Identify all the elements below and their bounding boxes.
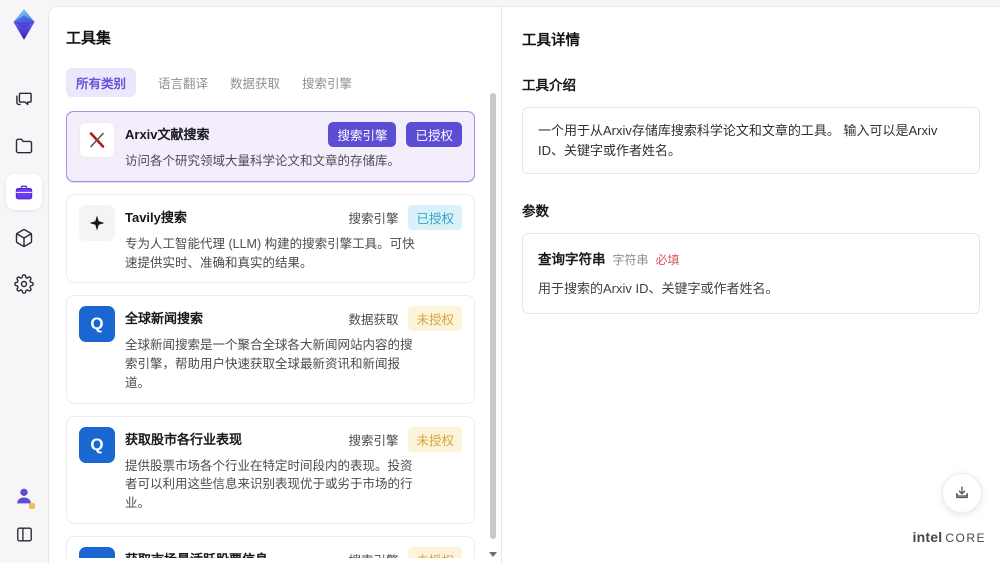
user-avatar[interactable] [9,481,39,511]
tool-detail-pane: 工具详情 工具介绍 一个用于从Arxiv存储库搜索科学论文和文章的工具。 输入可… [501,7,1000,563]
tab-search-engine[interactable]: 搜索引擎 [302,68,352,97]
tab-all-categories[interactable]: 所有类别 [66,68,137,97]
folder-icon [15,138,33,154]
auth-badge: 未授权 [408,306,462,332]
app-logo [13,9,35,40]
sidebar-item-chat[interactable] [6,82,42,118]
q-logo-icon: Q [79,306,115,343]
category-badge: 搜索引擎 [328,122,397,147]
category-label: 搜索引擎 [348,211,399,226]
card-body: Arxiv文献搜索 搜索引擎 已授权 访问各个研究领域大量科学论文和文章的存储库… [125,122,462,171]
sidebar-item-tools[interactable] [6,174,42,210]
toolbox-icon [15,185,33,200]
tool-card-sector-performance[interactable]: Q 获取股市各行业表现 搜索引擎 未授权 提供股票市场各个行业在特定时间段内的表… [66,415,475,524]
tool-intro-text: 一个用于从Arxiv存储库搜索科学论文和文章的工具。 输入可以是Arxiv ID… [522,107,980,174]
arxiv-logo-icon [79,122,115,158]
tool-name: 获取市场最活跃股票信息 [125,547,348,558]
main-panel: 工具集 所有类别 语言翻译 数据获取 搜索引擎 Arxiv文献搜索 搜索引擎 已… [48,6,1000,563]
page-title: 工具集 [66,30,112,47]
tavily-sparkle-icon [79,204,115,241]
download-button[interactable] [942,473,982,513]
auth-badge: 未授权 [408,546,462,558]
panel-toggle-icon [16,526,32,542]
category-label: 数据获取 [348,313,399,328]
card-body: 获取股市各行业表现 搜索引擎 未授权 提供股票市场各个行业在特定时间段内的表现。… [125,426,462,513]
tool-card-tavily[interactable]: Tavily搜索 搜索引擎 已授权 专为人工智能代理 (LLM) 构建的搜索引擎… [66,193,475,284]
param-type: 字符串 [612,253,649,267]
q-logo-icon: Q [79,426,115,463]
category-label: 搜索引擎 [348,550,398,558]
param-required-flag: 必填 [655,253,680,267]
param-description: 用于搜索的Arxiv ID、关键字或作者姓名。 [538,281,779,296]
gear-icon [14,274,34,294]
core-wordmark: core [945,531,986,545]
q-logo-icon: Q [79,546,115,558]
tool-name: 获取股市各行业表现 [125,431,243,447]
tool-name: Arxiv文献搜索 [125,127,210,142]
tool-card-list: Arxiv文献搜索 搜索引擎 已授权 访问各个研究领域大量科学论文和文章的存储库… [66,111,475,558]
collapse-sidebar-button[interactable] [9,519,39,549]
scrollbar-thumb[interactable] [490,93,496,539]
tool-name: Tavily搜索 [125,209,187,225]
intel-core-logo: intel core [913,529,986,545]
scrollbar-down-arrow[interactable] [489,552,497,557]
parameter-card: 查询字符串 字符串 必填 用于搜索的Arxiv ID、关键字或作者姓名。 [522,233,980,314]
auth-badge: 已授权 [406,122,462,147]
params-heading: 参数 [522,204,549,219]
intro-heading: 工具介绍 [522,78,576,93]
tool-list-pane: 工具集 所有类别 语言翻译 数据获取 搜索引擎 Arxiv文献搜索 搜索引擎 已… [49,7,501,563]
card-body: Tavily搜索 搜索引擎 已授权 专为人工智能代理 (LLM) 构建的搜索引擎… [125,204,462,273]
tool-description: 专为人工智能代理 (LLM) 构建的搜索引擎工具。可快速提供实时、准确和真实的结… [125,236,415,270]
tab-language-translation[interactable]: 语言翻译 [158,68,208,97]
card-body: 全球新闻搜索 数据获取 未授权 全球新闻搜索是一个聚合全球各大新闻网站内容的搜索… [125,306,462,392]
list-scrollbar[interactable] [489,93,497,557]
tool-description: 全球新闻搜索是一个聚合全球各大新闻网站内容的搜索引擎，帮助用户快速获取全球最新资… [125,338,413,390]
left-sidebar [0,0,48,563]
sidebar-item-files[interactable] [6,128,42,164]
detail-title: 工具详情 [522,33,580,49]
sidebar-item-packages[interactable] [6,220,42,256]
card-body: 获取市场最活跃股票信息 搜索引擎 未授权 提供当天交易量最高的股票列表，投资者可… [125,546,462,558]
tool-card-active-stocks[interactable]: Q 获取市场最活跃股票信息 搜索引擎 未授权 提供当天交易量最高的股票列表，投资… [66,535,475,558]
chat-icon [16,92,32,106]
package-icon [15,228,33,248]
sidebar-item-settings[interactable] [6,266,42,302]
auth-badge: 未授权 [408,426,462,452]
avatar-status-dot [29,503,35,509]
tool-description: 访问各个研究领域大量科学论文和文章的存储库。 [125,154,401,168]
auth-badge: 已授权 [408,204,462,230]
category-tabs: 所有类别 语言翻译 数据获取 搜索引擎 [66,68,475,97]
intel-wordmark: intel [912,529,943,545]
param-name: 查询字符串 [538,252,606,267]
category-label: 搜索引擎 [348,433,399,448]
tool-name: 全球新闻搜索 [125,311,204,327]
tool-card-global-news[interactable]: Q 全球新闻搜索 数据获取 未授权 全球新闻搜索是一个聚合全球各大新闻网站内容的… [66,295,475,404]
tool-card-arxiv[interactable]: Arxiv文献搜索 搜索引擎 已授权 访问各个研究领域大量科学论文和文章的存储库… [66,111,475,182]
tab-data-fetch[interactable]: 数据获取 [230,68,280,97]
tool-description: 提供股票市场各个行业在特定时间段内的表现。投资者可以利用这些信息来识别表现优于或… [125,458,413,511]
download-icon [956,486,968,499]
